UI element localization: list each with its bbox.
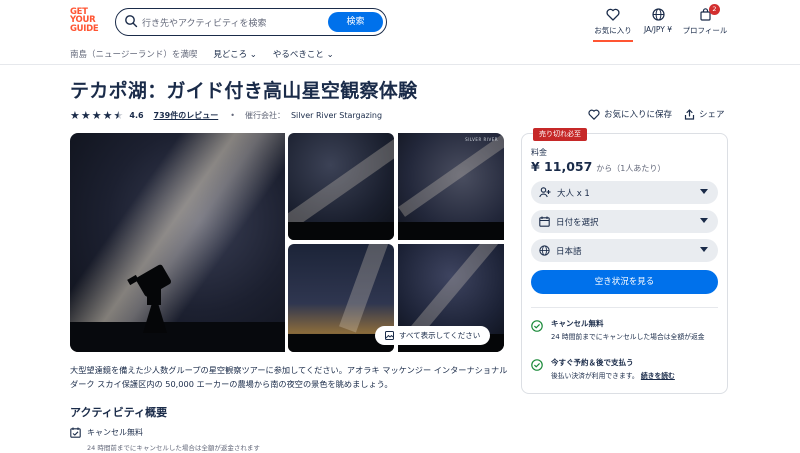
share-button[interactable]: シェア [684, 108, 725, 120]
half-star-icon: ★ [113, 108, 124, 122]
overview-item-subtitle: 24 時間前までにキャンセルした場合は全額が返金されます [87, 444, 260, 452]
milky-way [339, 244, 394, 333]
check-circle-icon [531, 359, 543, 371]
reserve-now-pay-later-feature: 今すぐ予約＆後で支払う 後払い決済が利用できます。 続きを読む [531, 357, 721, 381]
heart-icon [606, 8, 620, 21]
divider [531, 307, 718, 308]
getyourguide-logo[interactable]: GET YOUR GUIDE [70, 8, 104, 34]
date-select[interactable]: 日付を選択 [531, 210, 718, 233]
likely-to-sell-out-badge: 売り切れ必至 [533, 128, 587, 141]
nav-things-to-do-dropdown[interactable]: やるべきこと ⌄ [273, 48, 334, 60]
feature-subtitle: 後払い決済が利用できます。 続きを読む [551, 371, 675, 381]
share-icon [684, 108, 695, 120]
ground-silhouette [288, 222, 394, 240]
language-label: JA/JPY ¥ [643, 25, 673, 34]
rating-row: ★ ★ ★ ★ ★ 4.6 739件のレビュー • 催行会社： Silver R… [70, 108, 382, 122]
star-icon: ★ [102, 108, 113, 122]
caret-down-icon [700, 218, 708, 223]
rating-value: 4.6 [129, 110, 144, 120]
active-underline [593, 40, 633, 42]
nav-label: 見どころ [213, 50, 248, 60]
globe-icon [539, 245, 550, 256]
show-all-photos-button[interactable]: すべて表示してください [375, 326, 491, 345]
site-header: GET YOUR GUIDE 行き先やアクティビティを検索 検索 お気に入り J… [0, 0, 800, 42]
share-label: シェア [699, 110, 725, 120]
gallery-icon [385, 331, 394, 340]
star-rating: ★ ★ ★ ★ ★ [70, 110, 123, 121]
telescope-silhouette [127, 264, 172, 333]
chevron-down-icon: ⌄ [326, 50, 334, 60]
activity-description: 大型望遠鏡を備えた少人数グループの星空観察ツアーに参加してください。アオラキ マ… [70, 365, 508, 389]
star-icon: ★ [70, 108, 80, 122]
notification-badge: 2 [709, 4, 720, 15]
save-to-wishlist-button[interactable]: お気に入りに保存 [588, 108, 672, 120]
globe-icon [651, 8, 665, 21]
operator-label: 催行会社： [244, 110, 285, 120]
participants-icon [539, 187, 551, 198]
reviews-link[interactable]: 739件のレビュー [154, 110, 219, 121]
save-label: お気に入りに保存 [604, 110, 673, 120]
price-label: 料金 [531, 148, 547, 157]
divider [0, 64, 800, 65]
free-cancellation-feature: キャンセル無料 24 時間前までにキャンセルした場合は全額が返金 [531, 318, 721, 342]
operator-name[interactable]: Silver River Stargazing [291, 111, 382, 120]
language-value: 日本語 [556, 246, 582, 257]
photo-gallery: SILVER RIVER すべて表示してください [70, 133, 504, 352]
check-availability-button[interactable]: 空き状況を見る [531, 270, 718, 294]
participants-select[interactable]: 大人 x 1 [531, 181, 718, 204]
logo-line: GUIDE [70, 23, 99, 34]
profile-label: プロフィール [682, 26, 728, 35]
milky-way [398, 133, 504, 217]
search-button[interactable]: 検索 [328, 11, 383, 32]
nav-highlights-dropdown[interactable]: 見どころ ⌄ [213, 48, 257, 60]
gallery-photo[interactable] [288, 133, 394, 240]
milky-way [288, 133, 394, 234]
search-input[interactable]: 行き先やアクティビティを検索 [142, 16, 266, 29]
feature-title: 今すぐ予約＆後で支払う [551, 358, 634, 367]
page-title: テカポ湖：ガイド付き高山星空観察体験 [70, 80, 418, 102]
favorites-label: お気に入り [594, 26, 632, 35]
separator-dot: • [230, 110, 235, 120]
sub-navigation: 南島（ニュージーランド）を満喫 見どころ ⌄ やるべきこと ⌄ [70, 48, 334, 60]
date-value: 日付を選択 [556, 217, 599, 228]
language-select[interactable]: 日本語 [531, 239, 718, 262]
caret-down-icon [700, 247, 708, 252]
feature-title: キャンセル無料 [551, 319, 604, 328]
calendar-icon [539, 216, 550, 227]
profile-link[interactable]: プロフィール 2 [680, 4, 730, 36]
favorites-link[interactable]: お気に入り [591, 8, 635, 42]
feature-subtitle-text: 後払い決済が利用できます。 [551, 372, 639, 380]
caret-down-icon [700, 189, 708, 194]
language-currency-link[interactable]: JA/JPY ¥ [640, 8, 676, 34]
participants-value: 大人 x 1 [557, 188, 590, 199]
heart-icon [588, 109, 600, 120]
milky-way [407, 244, 504, 340]
feature-subtitle: 24 時間前までにキャンセルした場合は全額が返金 [551, 333, 705, 341]
star-icon: ★ [80, 108, 91, 122]
read-more-link[interactable]: 続きを読む [641, 372, 675, 380]
breadcrumb[interactable]: 南島（ニュージーランド）を満喫 [70, 48, 197, 60]
overview-item-title: キャンセル無料 [87, 428, 143, 437]
photo-watermark: SILVER RIVER [465, 137, 498, 142]
main-photo[interactable] [70, 133, 285, 352]
ground-silhouette [398, 222, 504, 240]
price-suffix: から（1人あたり） [596, 164, 666, 173]
search-icon [125, 15, 138, 28]
show-all-label: すべて表示してください [399, 331, 481, 340]
nav-label: やるべきこと [272, 50, 324, 60]
overview-heading: アクティビティ概要 [70, 406, 168, 419]
star-icon: ★ [91, 108, 102, 122]
price-row: ¥ 11,057 から（1人あたり） [531, 159, 665, 174]
price-value: ¥ 11,057 [531, 159, 593, 174]
overview-item: キャンセル無料 24 時間前までにキャンセルした場合は全額が返金されます [70, 427, 260, 452]
gallery-photo[interactable]: SILVER RIVER [398, 133, 504, 240]
calendar-check-icon [70, 427, 81, 438]
chevron-down-icon: ⌄ [249, 50, 257, 60]
title-actions: お気に入りに保存 シェア [588, 108, 725, 120]
search-bar[interactable]: 行き先やアクティビティを検索 検索 [115, 8, 387, 36]
check-circle-icon [531, 320, 543, 332]
